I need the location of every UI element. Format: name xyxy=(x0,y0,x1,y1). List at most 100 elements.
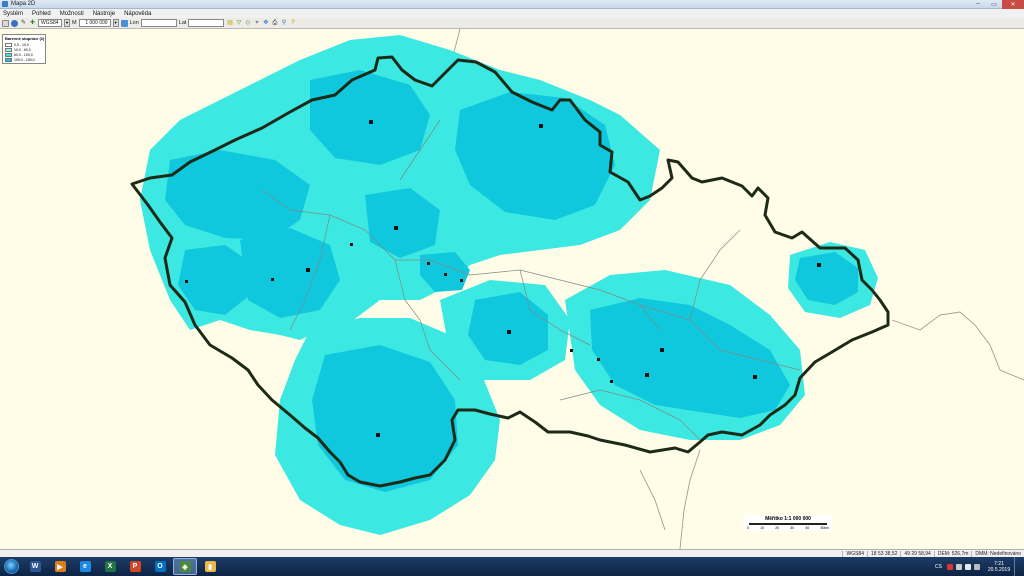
tray-volume-icon[interactable] xyxy=(974,563,980,570)
select-icon[interactable]: ◇ xyxy=(244,20,251,27)
map-canvas[interactable] xyxy=(0,29,1024,549)
transmitter-marker[interactable] xyxy=(427,262,430,265)
outlook-icon: O xyxy=(154,561,166,572)
transmitter-marker[interactable] xyxy=(645,373,649,377)
lon-input[interactable] xyxy=(140,19,177,27)
scale-title: Měřítko 1:1 000 000 xyxy=(765,516,811,522)
transmitter-marker[interactable] xyxy=(597,358,600,361)
file-explorer-icon: ▮ xyxy=(204,561,216,572)
map-svg xyxy=(0,29,1024,549)
language-indicator[interactable]: CS xyxy=(935,564,942,570)
clock[interactable]: 7:21 20.5.2019 xyxy=(987,561,1011,573)
transmitter-marker[interactable] xyxy=(660,348,664,352)
print-icon[interactable]: ⎙ xyxy=(271,20,278,27)
taskbar-app-outlook[interactable]: O xyxy=(148,558,172,575)
scale-bar-graphic xyxy=(749,523,827,525)
clock-date: 20.5.2019 xyxy=(987,566,1011,573)
legend-swatch xyxy=(5,52,12,57)
transmitter-marker[interactable] xyxy=(753,375,757,379)
taskbar-app-internet-explorer[interactable]: e xyxy=(73,558,97,575)
pencil-icon[interactable]: ✎ xyxy=(20,20,27,27)
start-button[interactable] xyxy=(0,557,22,576)
transmitter-marker[interactable] xyxy=(460,279,463,282)
transmitter-marker[interactable] xyxy=(376,433,380,437)
word-icon: W xyxy=(29,561,41,572)
taskbar-app-word[interactable]: W xyxy=(23,558,47,575)
transmitter-marker[interactable] xyxy=(306,268,310,272)
measure-icon[interactable]: ⌖ xyxy=(253,20,260,27)
scale-label: M xyxy=(72,20,77,26)
menu-options[interactable]: Možnosti xyxy=(60,11,84,17)
help-icon[interactable]: ? xyxy=(289,20,296,27)
transmitter-marker[interactable] xyxy=(394,226,398,230)
transmitter-marker[interactable] xyxy=(817,263,821,267)
scale-tick: 20 xyxy=(775,526,780,530)
transmitter-marker[interactable] xyxy=(444,273,447,276)
status-bar: WGS84 18 53 38,52 49 29 58,94 DEM: 526,7… xyxy=(0,549,1024,557)
toolbar: ✎ ✚ WGS84 ▼ M 1 000 000 ▼ Lon Lat ▤ ▽ ◇ … xyxy=(0,18,1024,29)
show-desktop-button[interactable] xyxy=(1014,557,1020,576)
tray-flag-icon[interactable] xyxy=(956,563,962,570)
lat-label: Lat xyxy=(178,20,187,26)
taskbar-app-mapa-2d[interactable]: ◈ xyxy=(173,558,197,575)
status-crs: WGS84 xyxy=(842,550,867,557)
arrows-icon[interactable]: ✚ xyxy=(29,20,36,27)
coords-icon[interactable] xyxy=(120,19,128,27)
powerpoint-icon: P xyxy=(129,561,141,572)
scale-ticks: 0 10 20 30 40 50km xyxy=(747,526,829,530)
taskbar-app-excel[interactable]: X xyxy=(98,558,122,575)
scale-tick: 50km xyxy=(820,526,829,530)
pan-icon[interactable]: ✥ xyxy=(262,20,269,27)
legend-title: Barevné stupnice (2) xyxy=(5,36,45,41)
taskbar-app-media-player[interactable]: ▶ xyxy=(48,558,72,575)
legend-swatch xyxy=(5,57,12,62)
windows-logo-icon xyxy=(3,559,19,574)
transmitter-marker[interactable] xyxy=(185,280,188,283)
new-icon[interactable] xyxy=(2,19,9,27)
transmitter-marker[interactable] xyxy=(570,349,573,352)
scale-tick: 40 xyxy=(805,526,810,530)
transmitter-marker[interactable] xyxy=(610,380,613,383)
menu-bar: Systém Pohled Možnosti Nástroje Nápověda xyxy=(0,9,1024,18)
lat-input[interactable] xyxy=(188,19,225,27)
scale-bar: Měřítko 1:1 000 000 0 10 20 30 40 50km xyxy=(744,515,832,531)
internet-explorer-icon: e xyxy=(79,561,91,572)
crs-dropdown-icon[interactable]: ▼ xyxy=(64,19,70,27)
status-longitude: 18 53 38,52 xyxy=(867,550,900,557)
scale-tick: 0 xyxy=(747,526,749,530)
taskbar-app-powerpoint[interactable]: P xyxy=(123,558,147,575)
close-button[interactable]: ✕ xyxy=(1002,0,1024,9)
taskbar-app-file-explorer[interactable]: ▮ xyxy=(198,558,222,575)
title-bar: Mapa 2D – ▭ ✕ xyxy=(0,0,1024,9)
minimize-button[interactable]: – xyxy=(970,0,986,9)
tray-app-icon[interactable] xyxy=(947,563,953,570)
status-dmm: DMM: Nedefinováno xyxy=(971,550,1024,557)
transmitter-marker[interactable] xyxy=(507,330,511,334)
transmitter-marker[interactable] xyxy=(271,278,274,281)
legend-label: 0,0 - 10,0 xyxy=(14,42,29,47)
lon-label: Lon xyxy=(129,20,139,26)
crs-select[interactable]: WGS84 xyxy=(38,19,62,27)
zoom-icon[interactable]: ⚲ xyxy=(280,20,287,27)
window-title: Mapa 2D xyxy=(11,1,36,7)
layers-icon[interactable]: ▤ xyxy=(226,20,233,27)
maximize-button[interactable]: ▭ xyxy=(986,0,1002,9)
menu-help[interactable]: Nápověda xyxy=(124,11,151,17)
map-legend: Barevné stupnice (2) 0,0 - 10,0 10,0 - 6… xyxy=(2,34,46,64)
scale-tick: 10 xyxy=(760,526,765,530)
globe-icon[interactable] xyxy=(11,19,18,27)
menu-system[interactable]: Systém xyxy=(3,11,23,17)
system-tray: CS 7:21 20.5.2019 xyxy=(935,557,1024,576)
scale-dropdown-icon[interactable]: ▼ xyxy=(112,19,119,27)
scale-input[interactable]: 1 000 000 xyxy=(78,19,111,27)
menu-tools[interactable]: Nástroje xyxy=(93,11,115,17)
transmitter-marker[interactable] xyxy=(539,124,543,128)
legend-label: 10,0 - 60,0 xyxy=(14,47,31,52)
transmitter-marker[interactable] xyxy=(369,120,373,124)
taskbar-apps: W ▶ e X P O ◈ ▮ xyxy=(22,558,222,575)
scale-tick: 30 xyxy=(790,526,795,530)
menu-view[interactable]: Pohled xyxy=(32,11,51,17)
tray-network-icon[interactable] xyxy=(965,563,971,570)
transmitter-marker[interactable] xyxy=(350,243,353,246)
filter-icon[interactable]: ▽ xyxy=(235,20,242,27)
